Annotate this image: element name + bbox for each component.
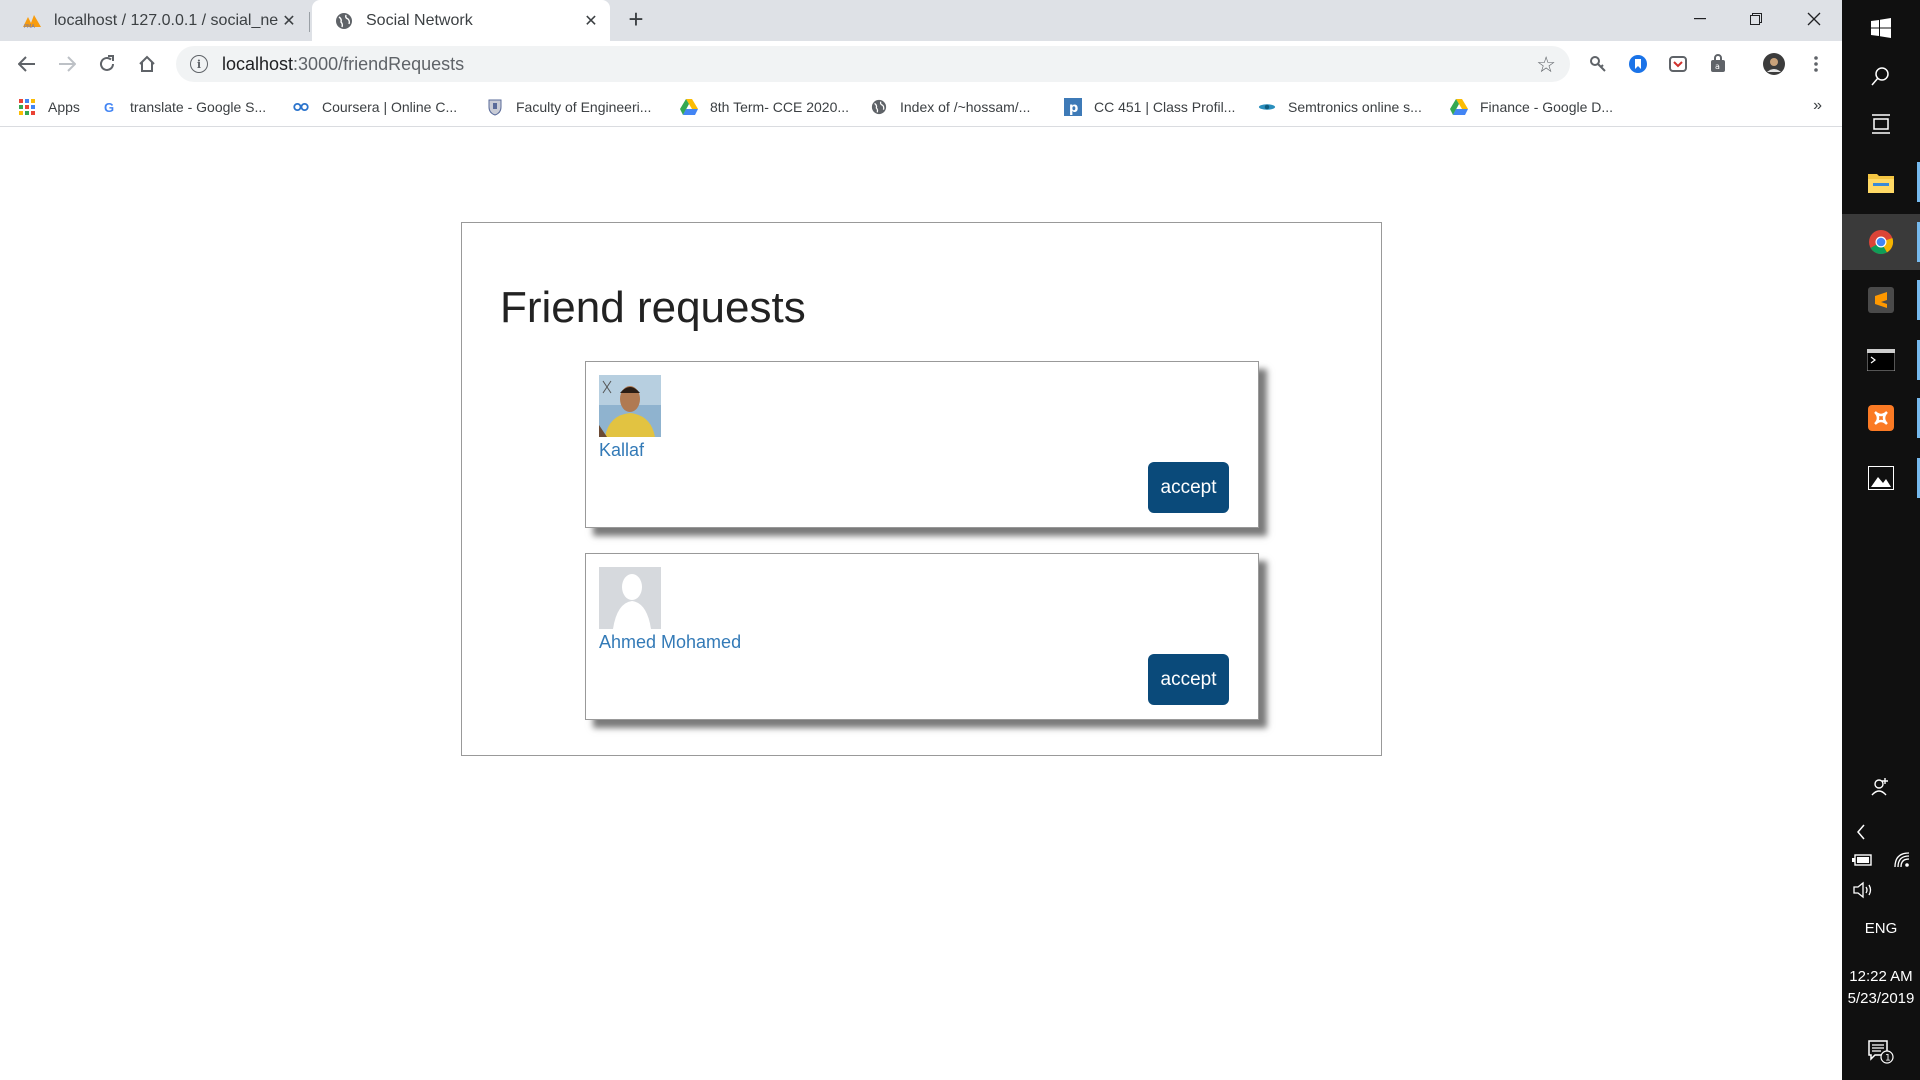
shield-crest-icon <box>486 98 504 116</box>
friend-requests-panel: Friend requests Kallaf accept Ahmed Moha… <box>461 222 1382 756</box>
browser-toolbar: i localhost:3000/friendRequests ☆ a <box>0 41 1842 87</box>
bookmark-label: 8th Term- CCE 2020... <box>710 99 850 115</box>
wifi-icon[interactable] <box>1893 851 1911 869</box>
accept-button[interactable]: accept <box>1148 654 1229 705</box>
svg-text:p: p <box>1069 101 1078 116</box>
info-icon[interactable]: i <box>190 55 208 73</box>
bookmark-faculty[interactable]: Faculty of Engineeri... <box>486 96 651 118</box>
phpmyadmin-icon: PMA <box>22 11 42 31</box>
coursera-icon <box>292 98 310 116</box>
volume-icon[interactable] <box>1842 876 1920 904</box>
battery-icon[interactable] <box>1851 853 1874 867</box>
piazza-icon: p <box>1064 98 1082 116</box>
restore-button[interactable] <box>1728 0 1784 38</box>
minimize-button[interactable] <box>1672 0 1728 38</box>
bookmark-label: Index of /~hossam/... <box>900 99 1031 115</box>
bookmarks-overflow-button[interactable]: » <box>1813 97 1822 115</box>
bookmark-manager-icon[interactable] <box>1626 52 1650 76</box>
people-icon[interactable] <box>1842 766 1920 806</box>
file-explorer-icon[interactable] <box>1842 154 1920 210</box>
bookmark-8th-term[interactable]: 8th Term- CCE 2020... <box>680 96 849 118</box>
action-center-icon[interactable]: 1 <box>1842 1030 1920 1074</box>
bookmarks-bar: Apps G translate - Google S... Coursera … <box>0 87 1842 127</box>
task-view-icon[interactable] <box>1842 96 1920 152</box>
xampp-icon[interactable] <box>1842 390 1920 446</box>
google-icon: G <box>103 99 115 115</box>
bookmark-cc451[interactable]: p CC 451 | Class Profil... <box>1064 96 1235 118</box>
page-content: Friend requests Kallaf accept Ahmed Moha… <box>0 128 1842 1080</box>
bookmark-index-hossam[interactable]: Index of /~hossam/... <box>870 96 1030 118</box>
pocket-icon[interactable] <box>1666 52 1690 76</box>
google-drive-icon <box>1450 98 1468 116</box>
svg-text:a: a <box>1715 62 1720 71</box>
clock-time[interactable]: 12:22 AM <box>1842 968 1920 985</box>
language-indicator[interactable]: ENG <box>1842 920 1920 937</box>
forward-button[interactable] <box>52 49 82 79</box>
address-bar[interactable]: i localhost:3000/friendRequests ☆ <box>176 46 1570 82</box>
tab-title: Social Network <box>366 11 473 29</box>
semtronics-icon <box>1258 98 1276 116</box>
terminal-icon[interactable] <box>1842 332 1920 388</box>
requester-name-link[interactable]: Kallaf <box>599 440 644 461</box>
url-path: :3000/friendRequests <box>293 53 465 74</box>
new-tab-button[interactable]: + <box>622 6 650 34</box>
accept-button[interactable]: accept <box>1148 462 1229 513</box>
globe-icon <box>334 11 354 31</box>
bookmark-apps[interactable]: Apps <box>18 96 80 118</box>
home-button[interactable] <box>132 49 162 79</box>
close-icon[interactable]: ✕ <box>278 10 300 32</box>
default-avatar-icon <box>599 567 661 629</box>
shopping-bag-icon[interactable]: a <box>1706 52 1730 76</box>
bookmark-coursera[interactable]: Coursera | Online C... <box>292 96 457 118</box>
menu-kebab-icon[interactable] <box>1804 52 1828 76</box>
clock-date[interactable]: 5/23/2019 <box>1842 990 1920 1007</box>
tab-separator <box>309 12 310 32</box>
globe-icon <box>870 98 888 116</box>
tab-phpmyadmin[interactable]: PMA localhost / 127.0.0.1 / social_netw … <box>0 0 308 41</box>
reload-button[interactable] <box>92 49 122 79</box>
chrome-taskbar-icon[interactable] <box>1842 214 1920 270</box>
bookmark-label: Semtronics online s... <box>1288 99 1422 115</box>
avatar <box>599 375 661 437</box>
page-title: Friend requests <box>500 283 806 332</box>
tab-social-network[interactable]: Social Network ✕ <box>312 0 610 41</box>
tab-title: localhost / 127.0.0.1 / social_netw <box>54 11 278 29</box>
browser-window: PMA localhost / 127.0.0.1 / social_netw … <box>0 0 1842 1080</box>
bookmark-label: CC 451 | Class Profil... <box>1094 99 1236 115</box>
bookmark-label: translate - Google S... <box>130 99 267 115</box>
requester-name-link[interactable]: Ahmed Mohamed <box>599 632 741 653</box>
bookmark-finance[interactable]: Finance - Google D... <box>1450 96 1613 118</box>
notification-count: 1 <box>1885 1054 1891 1064</box>
bookmark-semtronics[interactable]: Semtronics online s... <box>1258 96 1422 118</box>
bookmark-label: Faculty of Engineeri... <box>516 99 652 115</box>
bookmark-label: Finance - Google D... <box>1480 99 1614 115</box>
google-drive-icon <box>680 98 698 116</box>
friend-request-card: Ahmed Mohamed accept <box>585 553 1259 720</box>
sublime-text-icon[interactable] <box>1842 272 1920 328</box>
back-button[interactable] <box>12 49 42 79</box>
photos-icon[interactable] <box>1842 450 1920 506</box>
bookmark-label: Coursera | Online C... <box>322 99 458 115</box>
close-icon[interactable]: ✕ <box>580 10 602 32</box>
friend-request-card: Kallaf accept <box>585 361 1259 528</box>
extension-puzzle-icon[interactable] <box>1586 52 1610 76</box>
svg-text:PMA: PMA <box>24 24 35 29</box>
windows-taskbar: ENG 12:22 AM 5/23/2019 1 <box>1842 0 1920 1080</box>
close-window-button[interactable] <box>1786 0 1842 38</box>
profile-avatar[interactable] <box>1762 52 1786 76</box>
bookmark-label: Apps <box>48 99 80 115</box>
tray-status-row <box>1842 846 1920 874</box>
tab-strip: PMA localhost / 127.0.0.1 / social_netw … <box>0 0 1842 41</box>
bookmark-translate[interactable]: G translate - Google S... <box>100 96 266 118</box>
bookmark-star-icon[interactable]: ☆ <box>1536 52 1556 78</box>
url-host: localhost <box>222 53 294 74</box>
apps-grid-icon <box>18 98 36 116</box>
